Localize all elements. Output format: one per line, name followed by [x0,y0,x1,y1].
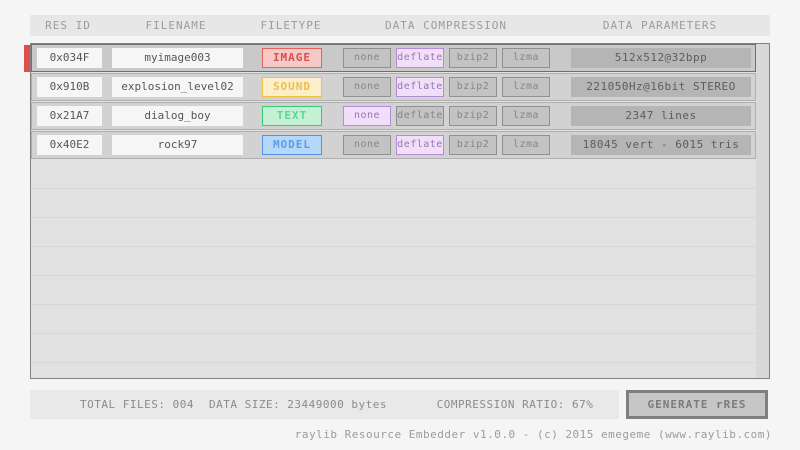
generate-rres-button[interactable]: GENERATE rRES [626,390,768,419]
compression-option[interactable]: bzip2 [449,135,497,155]
compression-option[interactable]: none [343,48,391,68]
empty-list-slot [31,363,756,379]
res-id-field[interactable]: 0x034F [37,48,102,68]
compression-option[interactable]: deflate [396,135,444,155]
status-bar: TOTAL FILES: 004 DATA SIZE: 23449000 byt… [30,390,619,419]
header-filename: FILENAME [146,15,207,36]
compression-option[interactable]: none [343,135,391,155]
filename-field[interactable]: myimage003 [112,48,243,68]
filetype-badge[interactable]: SOUND [262,77,322,97]
data-parameters-value: 18045 vert - 6015 tris [571,135,751,155]
table-row[interactable]: 0x034F myimage003 IMAGE none deflate bzi… [31,44,756,72]
header-data-compression: DATA COMPRESSION [385,15,507,36]
compression-ratio-label: COMPRESSION RATIO: 67% [437,390,594,419]
data-parameters-value: 512x512@32bpp [571,48,751,68]
empty-list-slot [31,247,756,276]
table-row[interactable]: 0x21A7 dialog_boy TEXT none deflate bzip… [31,102,756,130]
compression-option[interactable]: lzma [502,48,550,68]
res-id-field[interactable]: 0x910B [37,77,102,97]
filetype-badge[interactable]: IMAGE [262,48,322,68]
empty-list-slot [31,218,756,247]
compression-option[interactable]: deflate [396,77,444,97]
compression-option[interactable]: none [343,77,391,97]
resource-embedder-window: RES ID FILENAME FILETYPE DATA COMPRESSIO… [0,0,800,450]
compression-option[interactable]: bzip2 [449,77,497,97]
compression-option[interactable]: deflate [396,48,444,68]
res-id-field[interactable]: 0x21A7 [37,106,102,126]
filename-field[interactable]: dialog_boy [112,106,243,126]
filetype-badge[interactable]: MODEL [262,135,322,155]
header-filetype: FILETYPE [261,15,322,36]
resource-list: 0x034F myimage003 IMAGE none deflate bzi… [30,43,770,379]
table-row[interactable]: 0x40E2 rock97 MODEL none deflate bzip2 l… [31,131,756,159]
data-size-label: DATA SIZE: 23449000 bytes [209,390,387,419]
compression-option[interactable]: bzip2 [449,106,497,126]
empty-list-slot [31,334,756,363]
header-data-parameters: DATA PARAMETERS [603,15,717,36]
empty-list-slot [31,189,756,218]
data-parameters-value: 221050Hz@16bit STEREO [571,77,751,97]
data-parameters-value: 2347 lines [571,106,751,126]
compression-option[interactable]: lzma [502,106,550,126]
table-header: RES ID FILENAME FILETYPE DATA COMPRESSIO… [30,15,770,36]
table-row[interactable]: 0x910B explosion_level02 SOUND none defl… [31,73,756,101]
empty-list-slot [31,276,756,305]
empty-list-slot [31,160,756,189]
filetype-badge[interactable]: TEXT [262,106,322,126]
filename-field[interactable]: rock97 [112,135,243,155]
header-res-id: RES ID [45,15,91,36]
scrollbar-track[interactable] [756,44,769,378]
compression-option[interactable]: lzma [502,135,550,155]
empty-list-slot [31,305,756,334]
filename-field[interactable]: explosion_level02 [112,77,243,97]
total-files-label: TOTAL FILES: 004 [80,390,194,419]
compression-option[interactable]: bzip2 [449,48,497,68]
res-id-field[interactable]: 0x40E2 [37,135,102,155]
footer-credit: raylib Resource Embedder v1.0.0 - (c) 20… [295,428,772,441]
compression-option[interactable]: lzma [502,77,550,97]
selected-row-indicator [24,45,30,72]
compression-option[interactable]: deflate [396,106,444,126]
compression-option[interactable]: none [343,106,391,126]
